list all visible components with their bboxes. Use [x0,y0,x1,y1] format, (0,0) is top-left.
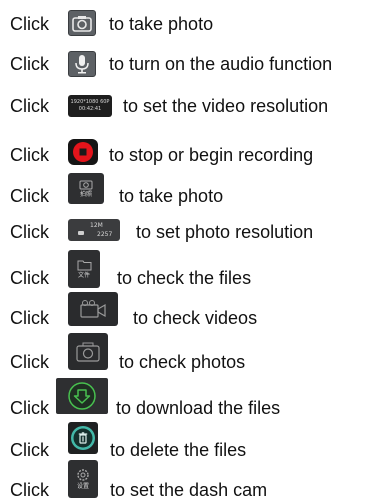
instruction-text: to delete the files [110,440,247,460]
video-resolution-icon: 1920*1080 60P 00:42:41 [68,95,112,117]
settings-icon: 设置 [68,460,98,498]
instruction-row: Click 拍照 to take photo [0,173,381,212]
photo-resolution-value: 12M [90,222,103,229]
instruction-row: Click 12M 2257 to set photo resolution [0,216,381,248]
instruction-text: to set the video resolution [123,96,329,116]
instruction-text: to check the files [117,268,252,288]
record-icon [68,139,98,165]
instruction-text: to set the dash cam [110,480,268,500]
video-resolution-value: 1920*1080 60P [70,99,110,105]
click-word: Click [10,480,49,500]
click-word: Click [10,222,49,242]
click-word: Click [10,352,49,372]
instruction-row: Click to take photo [0,8,381,40]
video-duration-value: 00:42:41 [78,106,102,112]
click-word: Click [10,54,49,74]
instruction-row: Click to turn on the audio function [0,48,381,80]
instruction-row: Click to check photos [0,333,381,378]
instruction-text: to check videos [133,308,258,328]
click-word: Click [10,186,49,206]
click-word: Click [10,268,49,288]
video-camera-icon [68,292,118,326]
camera-icon [68,333,108,370]
icon-caption: 拍照 [79,191,92,198]
instruction-text: to turn on the audio function [109,54,333,74]
instruction-row: Click 文件 to check the files [0,250,381,294]
trash-icon [68,422,98,454]
click-word: Click [10,145,49,165]
photo-resolution-icon: 12M 2257 [68,219,120,241]
folder-icon: 文件 [68,250,100,288]
icon-caption: 设置 [76,483,89,490]
instruction-row: Click to stop or begin recording [0,139,381,171]
photo-count-value: 2257 [97,231,113,238]
instruction-text: to stop or begin recording [109,145,314,165]
instruction-row: Click to delete the files [0,422,381,466]
instruction-text: to take photo [119,186,224,206]
camera-icon: 拍照 [68,173,104,204]
instruction-text: to check photos [119,352,246,372]
icon-caption: 文件 [77,272,90,279]
click-word: Click [10,308,49,328]
instruction-row: Click 设置 to set the dash cam [0,460,381,504]
click-word: Click [10,440,49,460]
instruction-text: to take photo [109,14,214,34]
instruction-row: Click to check videos [0,292,381,334]
camera-icon [68,10,96,36]
click-word: Click [10,14,49,34]
instruction-row: Click to download the files [0,378,381,424]
instruction-row: Click 1920*1080 60P 00:42:41 to set the … [0,90,381,122]
camera-icon [78,231,84,235]
microphone-icon [68,51,96,77]
instruction-text: to set photo resolution [136,222,314,242]
click-word: Click [10,96,49,116]
click-word: Click [10,398,49,418]
download-icon [56,378,108,414]
instruction-text: to download the files [116,398,281,418]
